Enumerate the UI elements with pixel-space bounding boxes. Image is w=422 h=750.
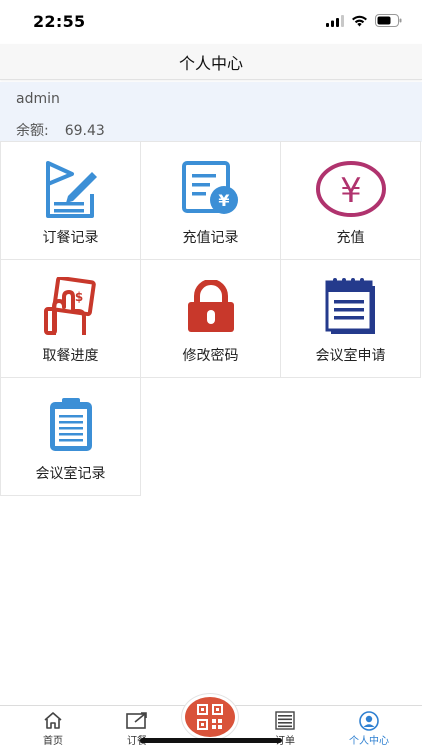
home-indicator	[140, 738, 282, 743]
tab-home[interactable]: 首页	[18, 706, 88, 750]
status-icons	[326, 14, 402, 27]
tab-order[interactable]: 订餐	[102, 706, 172, 750]
user-info-panel: admin 余额: 69.43	[0, 82, 422, 142]
menu-item-meeting-room-record[interactable]: 会议室记录	[0, 377, 141, 496]
menu-item-label: 充值	[336, 230, 365, 246]
status-bar: 22:55	[0, 0, 422, 44]
tab-orders[interactable]: 订单	[250, 706, 320, 750]
tab-profile[interactable]: 个人中心	[334, 706, 404, 750]
menu-item-pickup-progress[interactable]: $ 取餐进度	[0, 259, 141, 378]
menu-item-label: 取餐进度	[42, 348, 99, 364]
clipboard-icon	[1, 394, 140, 456]
menu-item-order-record[interactable]: 订餐记录	[0, 141, 141, 260]
page-title: 个人中心	[178, 54, 243, 73]
svg-text:$: $	[74, 290, 82, 304]
balance-value: 69.43	[64, 123, 105, 139]
profile-icon	[334, 711, 404, 731]
menu-item-meeting-room-apply[interactable]: 会议室申请	[280, 259, 421, 378]
scan-qr-button[interactable]	[182, 694, 238, 740]
navigation-bar: 个人中心	[0, 44, 422, 80]
notepad-icon	[281, 276, 420, 338]
tab-label: 首页	[43, 736, 63, 747]
tab-label: 个人中心	[349, 736, 389, 747]
menu-item-recharge-record[interactable]: ¥ 充值记录	[140, 141, 281, 260]
status-time: 22:55	[33, 12, 86, 31]
yuan-icon: ¥	[281, 158, 420, 220]
username: admin	[16, 91, 60, 107]
home-icon	[18, 711, 88, 731]
svg-text:¥: ¥	[218, 191, 229, 210]
menu-item-recharge[interactable]: ¥ 充值	[280, 141, 421, 260]
menu-item-label: 订餐记录	[42, 230, 99, 246]
menu-item-label: 会议室申请	[315, 348, 386, 364]
menu-item-label: 修改密码	[182, 348, 239, 364]
wifi-icon	[352, 15, 367, 26]
balance-row: 余额: 69.43	[16, 120, 105, 140]
recharge-record-icon: ¥	[141, 158, 280, 220]
order-record-icon	[1, 158, 140, 220]
battery-icon	[375, 14, 402, 27]
pickup-progress-icon: $	[1, 276, 140, 338]
menu-item-label: 会议室记录	[35, 466, 106, 482]
svg-text:¥: ¥	[340, 171, 362, 211]
balance-label: 余额:	[16, 123, 49, 139]
menu-item-change-password[interactable]: 修改密码	[140, 259, 281, 378]
qr-code-icon	[197, 704, 223, 730]
menu-item-label: 充值记录	[182, 230, 239, 246]
order-icon	[102, 711, 172, 731]
signal-icon	[326, 14, 344, 27]
lock-icon	[141, 276, 280, 338]
list-icon	[250, 711, 320, 731]
